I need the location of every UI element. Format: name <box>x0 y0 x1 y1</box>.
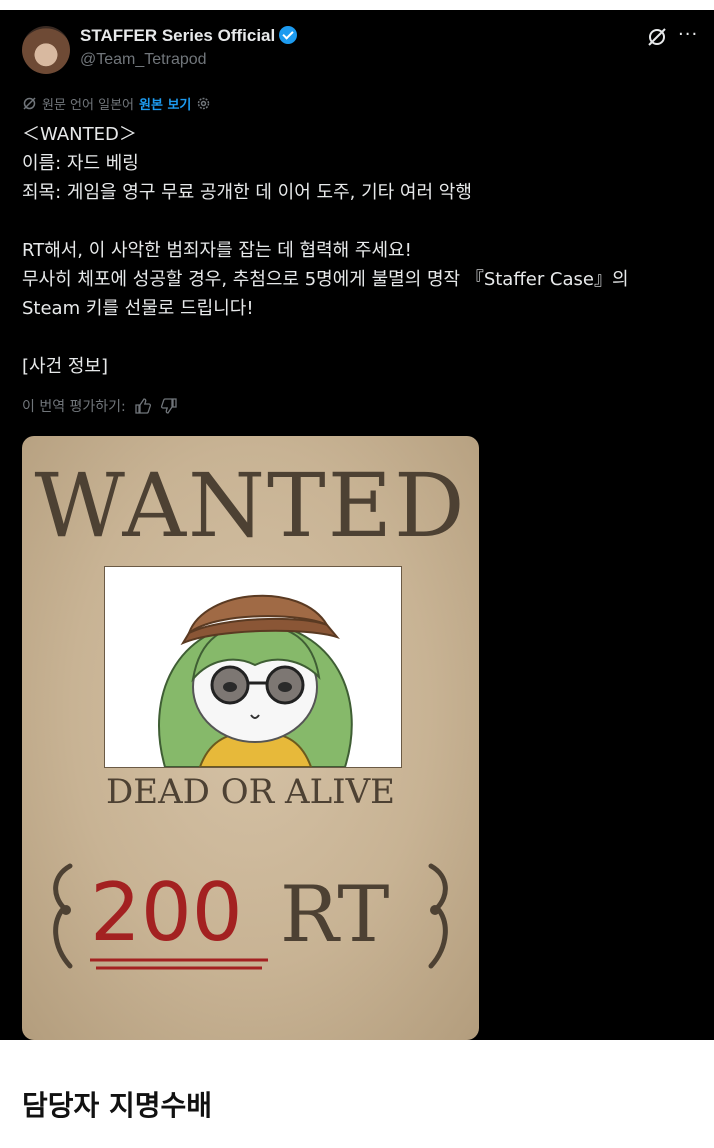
top-strip <box>0 0 714 10</box>
verified-badge-icon <box>279 26 298 44</box>
tweet-line: Steam 키를 선물로 드립니다! <box>22 298 254 319</box>
more-icon[interactable]: ··· <box>678 24 698 45</box>
tweet-line: 이름: 자드 베링 <box>22 153 139 174</box>
post-caption: 담당자 지명수배 <box>22 1089 213 1122</box>
thumbs-down-icon[interactable] <box>160 397 178 415</box>
tweet-line: ＜WANTED＞ <box>22 124 137 145</box>
handle[interactable]: @Team_Tetrapod <box>80 51 207 69</box>
tweet-line <box>22 323 692 352</box>
translation-bar: 원문 언어 일본어 원본 보기 <box>22 94 211 113</box>
poster-title: WANTED <box>34 454 467 557</box>
grok-icon[interactable] <box>646 26 668 48</box>
wanted-poster-image[interactable]: WANTED DEAD OR ALIVE 200 RT <box>22 436 479 1040</box>
display-name[interactable]: STAFFER Series Official <box>80 26 275 45</box>
show-original-link[interactable]: 원본 보기 <box>139 94 191 113</box>
rate-translation-label: 이 번역 평가하기: <box>22 399 126 415</box>
poster-subtitle: DEAD OR ALIVE <box>106 772 395 812</box>
tweet-line: RT해서, 이 사악한 범죄자를 잡는 데 협력해 주세요! <box>22 240 412 261</box>
poster-portrait <box>104 566 402 768</box>
reward-number: 200 <box>90 866 243 959</box>
tweet-body: ＜WANTED＞ 이름: 자드 베링 죄목: 게임을 영구 무료 공개한 데 이… <box>22 120 692 381</box>
tweet-line <box>22 207 692 236</box>
translation-source: 원문 언어 일본어 <box>42 98 134 113</box>
tweet-line: 죄목: 게임을 영구 무료 공개한 데 이어 도주, 기타 여러 악행 <box>22 182 472 203</box>
display-name-row[interactable]: STAFFER Series Official <box>80 26 298 46</box>
avatar[interactable] <box>22 26 70 74</box>
reward-unit: RT <box>280 870 390 960</box>
poster-reward: 200 RT <box>42 856 459 976</box>
translate-icon <box>23 97 36 110</box>
rate-translation-row: 이 번역 평가하기: <box>22 396 178 416</box>
tweet-line: [사건 정보] <box>22 356 109 377</box>
tweet-card: STAFFER Series Official @Team_Tetrapod ·… <box>0 10 714 1040</box>
thumbs-up-icon[interactable] <box>134 397 152 415</box>
settings-icon[interactable] <box>196 96 211 111</box>
tweet-line: 무사히 체포에 성공할 경우, 추첨으로 5명에게 불멸의 명작 『Staffe… <box>22 269 629 290</box>
